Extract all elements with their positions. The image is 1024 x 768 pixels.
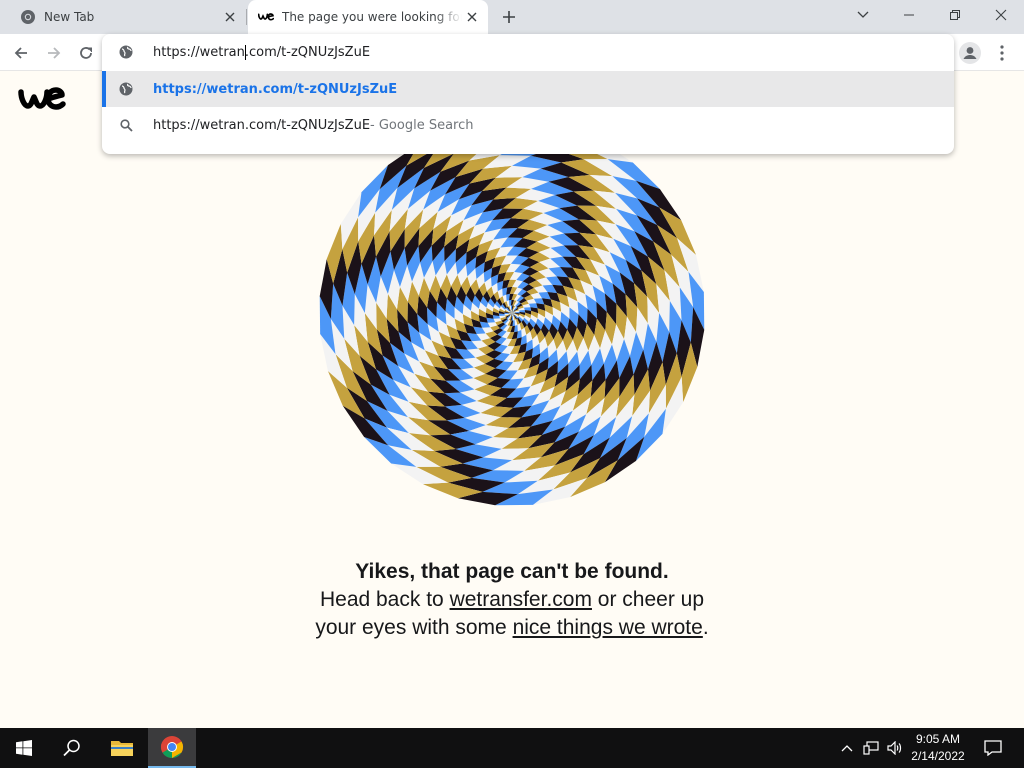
chevron-up-icon bbox=[841, 745, 853, 752]
suggestion-search-suffix: - Google Search bbox=[370, 117, 474, 133]
plus-icon bbox=[503, 11, 515, 23]
notifications-button[interactable] bbox=[978, 728, 1008, 768]
nice-things-link[interactable]: nice things we wrote bbox=[513, 616, 703, 639]
tab-title: New Tab bbox=[44, 10, 95, 24]
wetransfer-logo[interactable] bbox=[18, 84, 66, 112]
address-input-value[interactable]: https://wetran.com/t-zQNUzJsZuE bbox=[153, 44, 371, 60]
reload-button[interactable] bbox=[73, 40, 99, 66]
selected-indicator bbox=[102, 71, 106, 107]
taskbar-clock[interactable]: 9:05 AM 2/14/2022 bbox=[905, 731, 971, 765]
network-icon bbox=[863, 741, 879, 755]
reload-icon bbox=[80, 47, 92, 59]
suggestion-url[interactable]: https://wetran.com/t-zQNUzJsZuE bbox=[102, 71, 954, 107]
forward-arrow-icon bbox=[48, 47, 61, 59]
browser-menu-button[interactable] bbox=[990, 40, 1014, 66]
tab-separator bbox=[246, 9, 247, 25]
new-tab-button[interactable] bbox=[498, 6, 520, 28]
error-title: Yikes, that page can't be found. bbox=[355, 560, 669, 583]
file-explorer-button[interactable] bbox=[98, 728, 146, 768]
address-text-after-caret: .com/t-zQNUzJsZuE bbox=[244, 44, 371, 60]
notification-icon bbox=[984, 740, 1002, 756]
search-icon bbox=[63, 739, 80, 757]
clock-time: 9:05 AM bbox=[915, 732, 961, 746]
chrome-taskbar-button[interactable] bbox=[148, 728, 196, 768]
tab-title: The page you were looking for doesn't ex… bbox=[282, 10, 462, 24]
volume-button[interactable] bbox=[884, 728, 906, 768]
error-text-end: . bbox=[702, 616, 709, 639]
wetransfer-logo-icon bbox=[18, 87, 66, 110]
profile-button[interactable] bbox=[957, 40, 983, 66]
tab-search-button[interactable] bbox=[840, 0, 886, 30]
chevron-down-icon bbox=[857, 11, 869, 18]
back-button[interactable] bbox=[8, 40, 34, 66]
chrome-icon bbox=[20, 9, 36, 25]
folder-icon bbox=[111, 741, 133, 756]
suggestion-search[interactable]: https://wetran.com/t-zQNUzJsZuE - Google… bbox=[102, 107, 954, 143]
minimize-icon bbox=[904, 14, 914, 16]
globe-icon bbox=[118, 81, 134, 97]
tab-new-tab[interactable]: New Tab bbox=[8, 0, 246, 34]
minimize-button[interactable] bbox=[886, 0, 932, 30]
error-body: Head back to wetransfer.com or cheer up … bbox=[312, 586, 712, 642]
error-text-start: Head back to bbox=[319, 588, 450, 611]
tab-active-page[interactable]: The page you were looking for doesn't ex… bbox=[248, 0, 488, 34]
address-text-before-caret: https://wetran bbox=[153, 44, 245, 60]
network-button[interactable] bbox=[860, 728, 882, 768]
kebab-menu-icon bbox=[1000, 45, 1004, 61]
clock-date: 2/14/2022 bbox=[911, 749, 965, 763]
restore-icon bbox=[950, 10, 960, 20]
search-icon bbox=[118, 117, 134, 133]
suggestion-url-text: https://wetran.com/t-zQNUzJsZuE bbox=[153, 81, 398, 97]
avatar-icon bbox=[959, 42, 981, 64]
start-button[interactable] bbox=[0, 728, 48, 768]
close-icon[interactable] bbox=[462, 7, 482, 27]
chrome-icon bbox=[161, 736, 183, 758]
wetransfer-home-link[interactable]: wetransfer.com bbox=[450, 588, 592, 611]
address-bar[interactable]: https://wetran.com/t-zQNUzJsZuE bbox=[102, 34, 954, 70]
close-icon bbox=[995, 9, 1007, 21]
wetransfer-icon bbox=[258, 12, 274, 22]
error-message: Yikes, that page can't be found. Head ba… bbox=[312, 560, 712, 642]
restore-button[interactable] bbox=[932, 0, 978, 30]
forward-button[interactable] bbox=[41, 40, 67, 66]
spiral-illustration bbox=[319, 120, 705, 506]
suggestion-search-text: https://wetran.com/t-zQNUzJsZuE bbox=[153, 117, 371, 133]
globe-icon bbox=[118, 44, 134, 60]
speaker-icon bbox=[887, 741, 902, 755]
close-icon[interactable] bbox=[220, 7, 240, 27]
taskbar-search-button[interactable] bbox=[48, 728, 96, 768]
close-window-button[interactable] bbox=[978, 0, 1024, 30]
windows-icon bbox=[16, 740, 32, 756]
omnibox-dropdown: https://wetran.com/t-zQNUzJsZuE https://… bbox=[102, 34, 954, 154]
back-arrow-icon bbox=[14, 47, 27, 59]
show-hidden-icons-button[interactable] bbox=[838, 728, 856, 768]
